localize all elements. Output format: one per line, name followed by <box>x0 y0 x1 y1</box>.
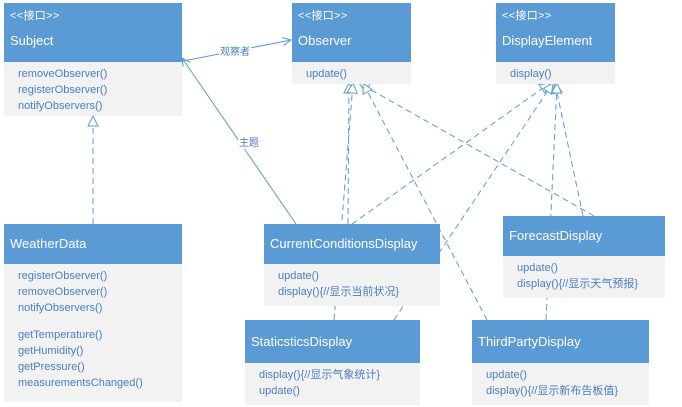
class-name: Subject <box>10 33 54 48</box>
class-header: ThirdPartyDisplay <box>472 320 649 363</box>
class-methods: update() display(){//显示新布告板值} <box>472 363 649 405</box>
method: removeObserver() <box>18 68 108 80</box>
class-name: ThirdPartyDisplay <box>478 334 581 349</box>
method: removeObserver() <box>18 286 108 298</box>
class-display-element[interactable]: <<接口>> DisplayElement display() <box>496 3 615 84</box>
class-methods: display(){//显示气象统计} update() <box>245 363 420 405</box>
class-methods: removeObserver() registerObserver() noti… <box>4 62 182 116</box>
method-group-gap <box>18 316 182 327</box>
class-header: WeatherData <box>4 224 182 264</box>
class-current-conditions-display[interactable]: CurrentConditionsDisplay update() displa… <box>264 224 440 306</box>
method: update() <box>278 270 319 282</box>
class-third-party-display[interactable]: ThirdPartyDisplay update() display(){//显… <box>472 320 649 405</box>
method: display() <box>510 68 552 80</box>
class-subject[interactable]: <<接口>> Subject removeObserver() register… <box>4 3 182 116</box>
class-methods: update() display(){//显示天气预报} <box>503 256 665 298</box>
class-weather-data[interactable]: WeatherData registerObserver() removeObs… <box>4 224 182 402</box>
method: update() <box>517 262 558 274</box>
class-methods: display() <box>496 62 615 84</box>
method: getPressure() <box>18 361 85 373</box>
realization-currentconditions-observer <box>348 83 349 225</box>
method: update() <box>259 385 300 397</box>
class-header: StaticsticsDisplay <box>245 320 420 363</box>
stereotype-label: <<接口>> <box>10 10 60 22</box>
method: update() <box>306 68 347 80</box>
stereotype-label: <<接口>> <box>298 10 348 22</box>
class-name: DisplayElement <box>502 33 593 48</box>
class-methods: registerObserver() removeObserver() noti… <box>4 264 182 402</box>
class-name: ForecastDisplay <box>509 228 603 243</box>
class-name: Observer <box>298 33 352 48</box>
method: registerObserver() <box>18 84 108 96</box>
method: display(){//显示新布告板值} <box>486 385 619 397</box>
class-name: StaticsticsDisplay <box>251 334 353 349</box>
class-methods: update() display(){//显示当前状况} <box>264 264 440 306</box>
method: getTemperature() <box>18 329 103 341</box>
class-name: CurrentConditionsDisplay <box>270 236 418 251</box>
method: notifyObservers() <box>18 302 103 314</box>
class-header: <<接口>> Observer <box>292 3 411 62</box>
method: registerObserver() <box>18 270 108 282</box>
stereotype-label: <<接口>> <box>502 10 552 22</box>
edge-label-observers: 观察者 <box>219 43 251 58</box>
class-name: WeatherData <box>10 236 87 251</box>
class-methods: update() <box>292 62 411 84</box>
realization-currentconditions-displayelement <box>351 83 550 225</box>
edge-label-subject: 主题 <box>238 134 260 149</box>
class-header: <<接口>> DisplayElement <box>496 3 615 62</box>
class-observer[interactable]: <<接口>> Observer update() <box>292 3 411 84</box>
method: update() <box>486 369 527 381</box>
method: notifyObservers() <box>18 100 103 112</box>
class-header: <<接口>> Subject <box>4 3 182 62</box>
method: display(){//显示气象统计} <box>259 369 381 381</box>
method: measurementsChanged() <box>18 377 143 389</box>
class-header: ForecastDisplay <box>503 216 665 256</box>
class-statistics-display[interactable]: StaticsticsDisplay display(){//显示气象统计} u… <box>245 320 420 405</box>
method: display(){//显示天气预报} <box>517 278 639 290</box>
method: display(){//显示当前状况} <box>278 286 400 298</box>
class-header: CurrentConditionsDisplay <box>264 224 440 264</box>
class-forecast-display[interactable]: ForecastDisplay update() display(){//显示天… <box>503 216 665 298</box>
method: getHumidity() <box>18 345 84 357</box>
